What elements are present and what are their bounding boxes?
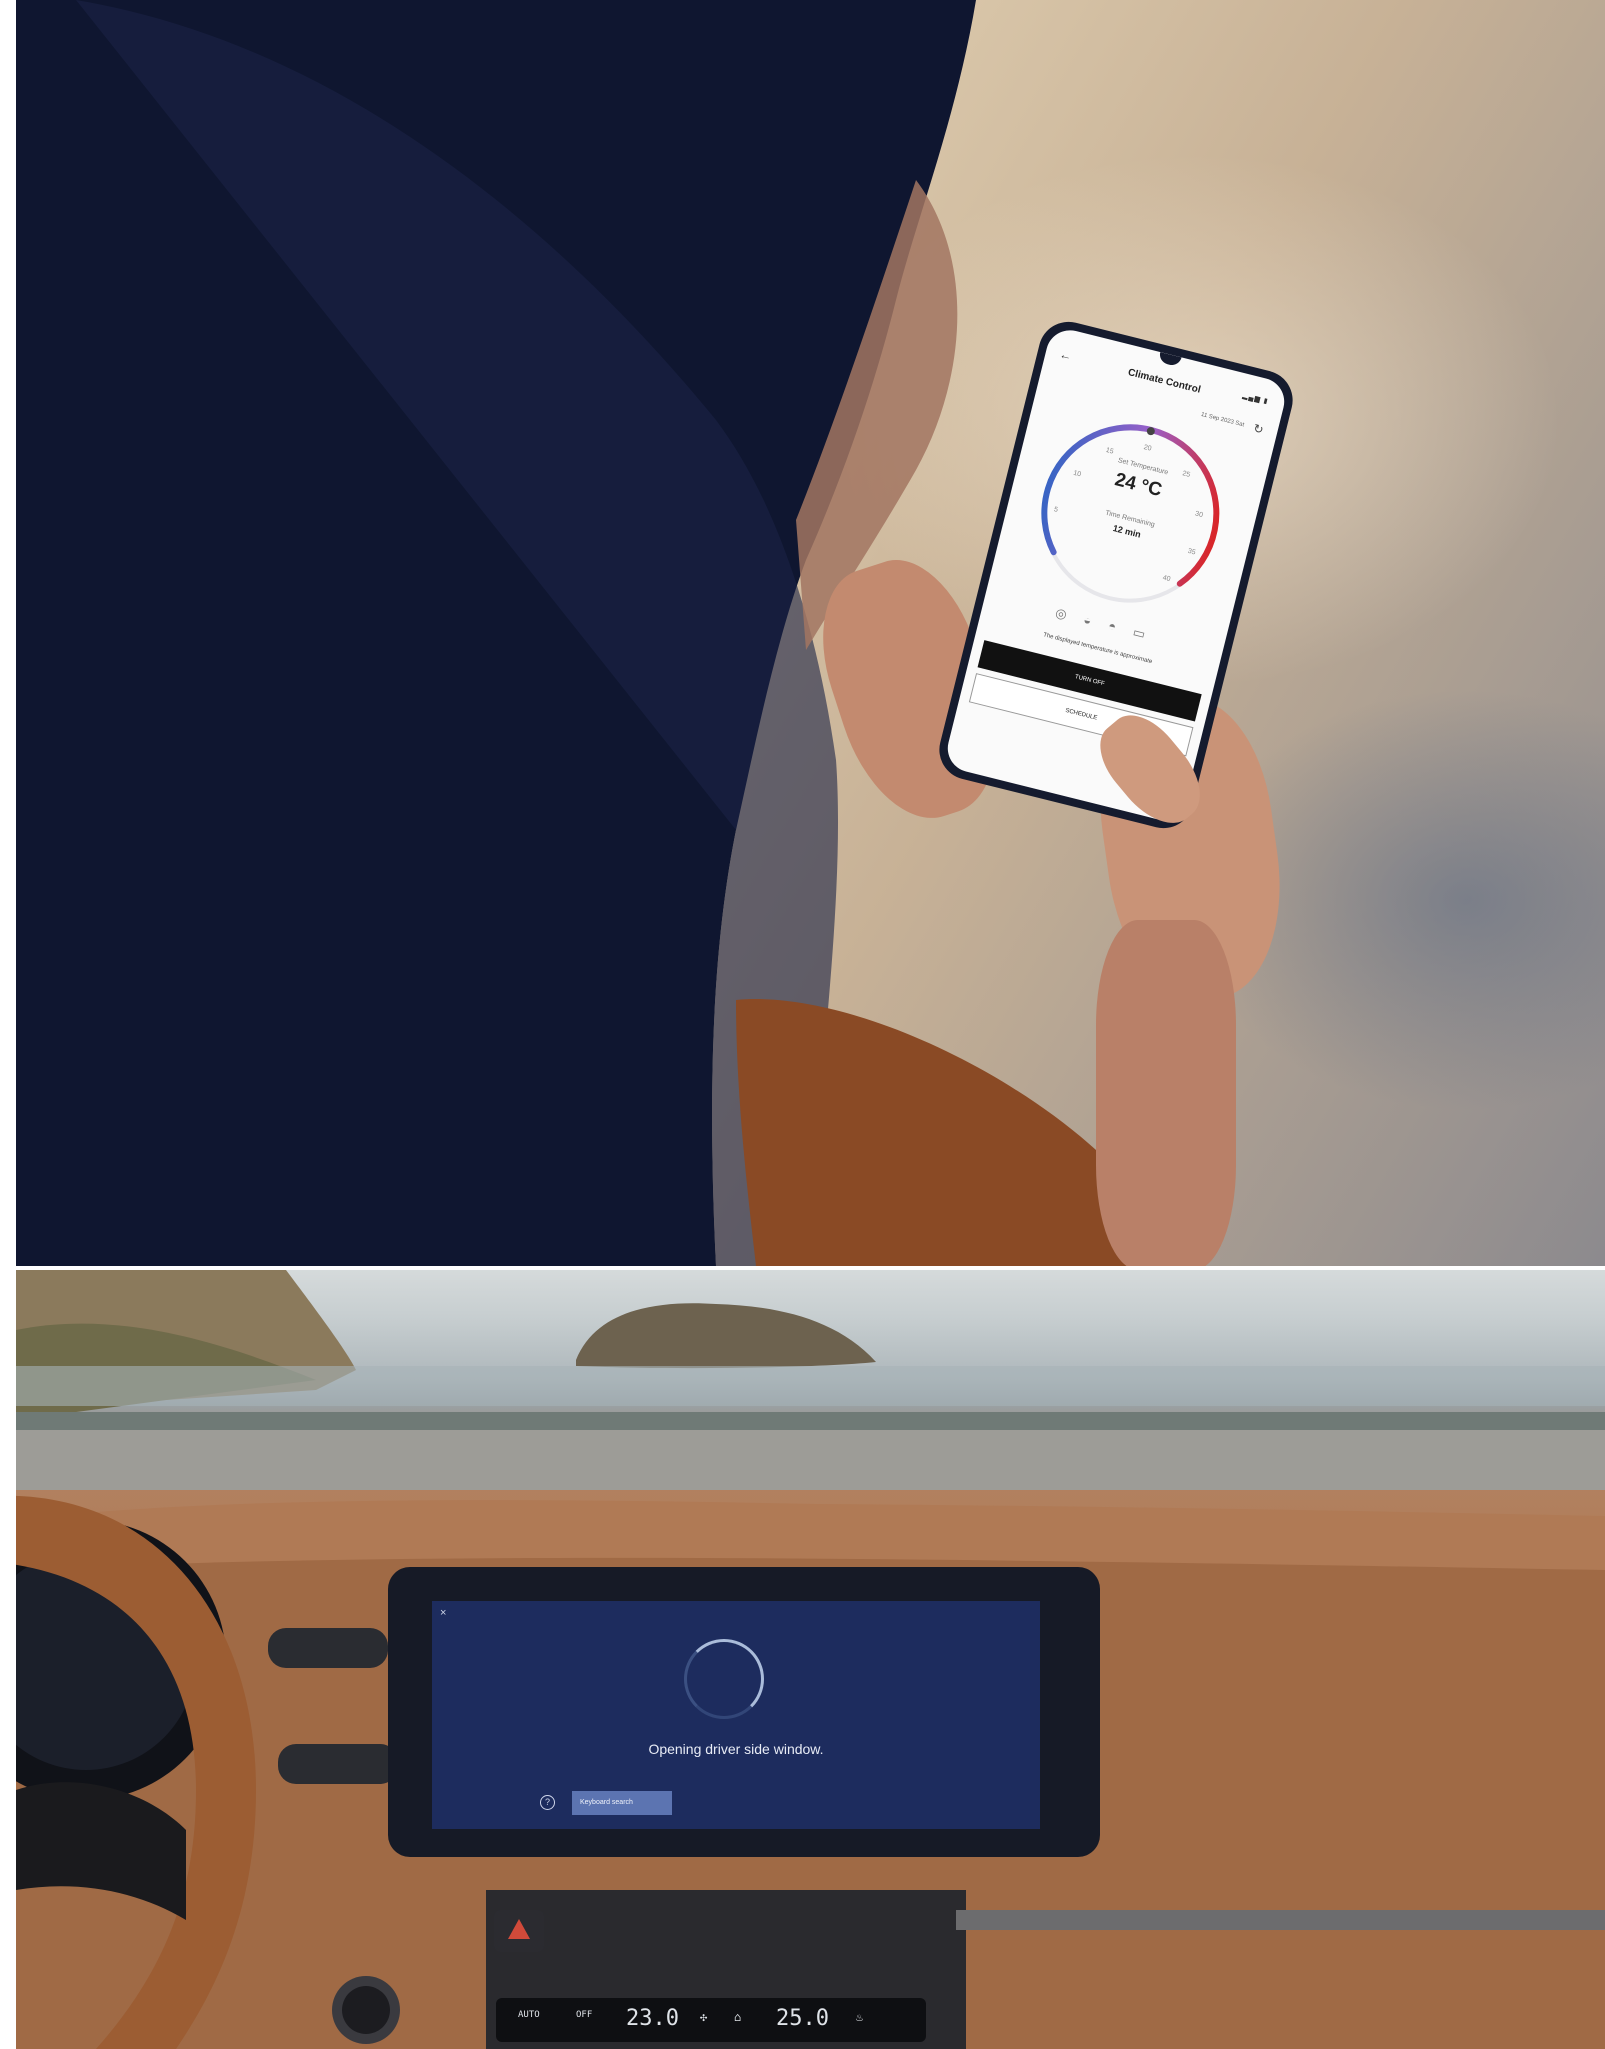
status-message: Opening driver side window. xyxy=(648,1741,824,1757)
dial-tick: 20 xyxy=(1143,444,1152,453)
keyboard-search-button[interactable]: Keyboard search xyxy=(572,1791,672,1815)
hazard-triangle-icon xyxy=(508,1919,530,1939)
fan-icon[interactable]: ✣ xyxy=(700,2010,707,2024)
climate-control-panel: AUTO OFF 23.0 ✣ ⌂ 25.0 ♨ xyxy=(496,1998,926,2042)
seat-icon[interactable]: ⌂ xyxy=(734,2010,741,2024)
hazard-button[interactable] xyxy=(494,1910,544,1952)
camera-notch xyxy=(1157,352,1182,368)
right-temperature: 25.0 xyxy=(776,2006,829,2031)
woman-hair-silhouette xyxy=(16,0,1166,1266)
loading-spinner xyxy=(684,1639,764,1719)
display-screen: × Opening driver side window. ? Keyboard… xyxy=(432,1601,1040,1829)
photo-car-dashboard: × Opening driver side window. ? Keyboard… xyxy=(16,1270,1605,2049)
close-icon[interactable]: × xyxy=(440,1607,446,1619)
auto-button[interactable]: AUTO xyxy=(518,2010,540,2020)
infotainment-display: × Opening driver side window. ? Keyboard… xyxy=(388,1567,1100,1857)
help-icon[interactable]: ? xyxy=(540,1795,555,1810)
dial-tick: 40 xyxy=(1162,574,1171,583)
refresh-icon[interactable]: ↻ xyxy=(1252,421,1265,437)
date-text: 11 Sep 2023 Sat xyxy=(1200,411,1245,429)
wrist xyxy=(1096,920,1236,1266)
left-temperature: 23.0 xyxy=(626,2006,679,2031)
defrost-icon[interactable]: ♨ xyxy=(856,2010,863,2024)
off-button[interactable]: OFF xyxy=(576,2010,592,2020)
photo-woman-with-phone: ← Climate Control ▂▄▆ ▮ 11 Sep 2023 Sat … xyxy=(16,0,1605,1266)
